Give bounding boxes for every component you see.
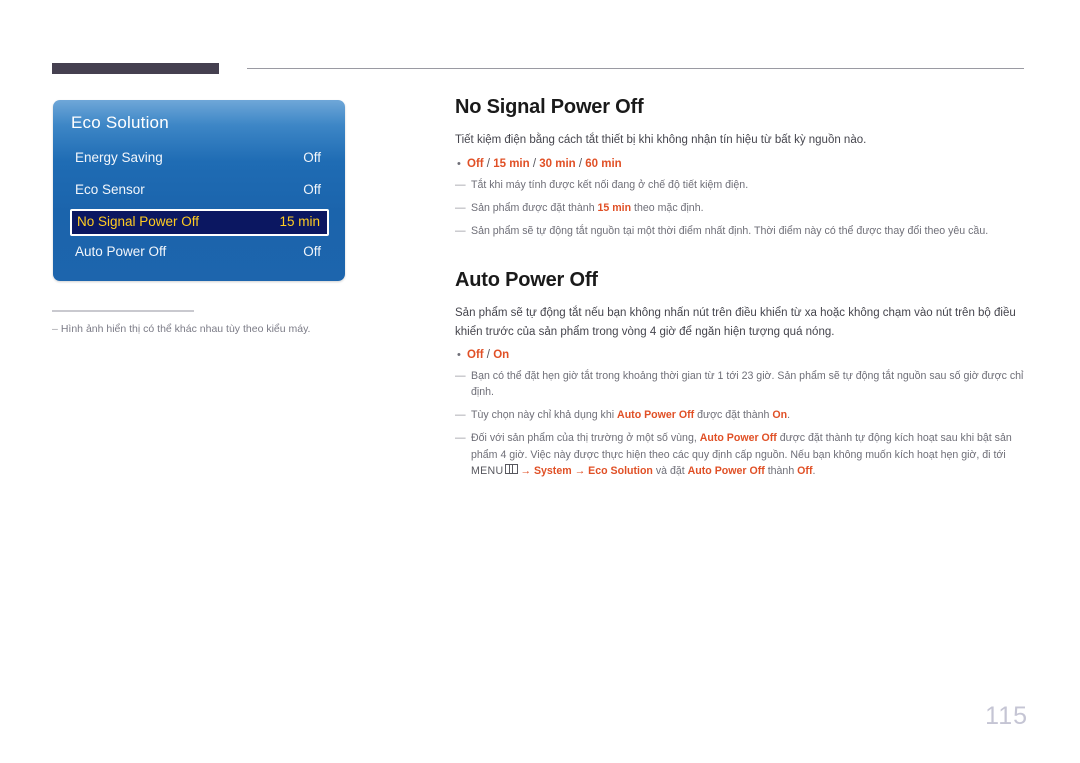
section-intro-paragraph: Sản phẩm sẽ tự động tắt nếu bạn không nh…	[455, 306, 1016, 338]
note-text: Tắt khi máy tính được kết nối đang ở chế…	[471, 178, 749, 191]
note-text: theo mặc định.	[631, 201, 704, 214]
note-highlight: 15 min	[597, 201, 632, 214]
note-text: Tùy chọn này chỉ khả dụng khi	[471, 409, 618, 422]
page-number: 115	[985, 702, 1028, 730]
note-dash-icon: ―	[455, 178, 466, 191]
osd-menu-panel: Eco Solution Energy Saving Off Eco Senso…	[53, 100, 345, 281]
note-text: được đặt thành	[694, 409, 773, 422]
osd-row-label: Energy Saving	[75, 150, 163, 165]
option-separator: /	[483, 349, 494, 362]
note-dash-icon: ―	[455, 432, 466, 445]
note-highlight: On	[772, 409, 788, 422]
bullet-dot-icon: •	[457, 157, 461, 170]
note-line: ― Tắt khi máy tính được kết nối đang ở ch…	[455, 177, 1025, 193]
note-dash-icon: ―	[455, 224, 466, 237]
option-off: Off	[467, 349, 484, 362]
osd-row-energy-saving[interactable]: Energy Saving Off	[71, 146, 327, 172]
note-line: ― Sản phẩm sẽ tự động tắt nguồn tại một t…	[455, 223, 1025, 239]
path-eco-solution: Eco Solution	[588, 464, 653, 477]
path-system: System	[533, 464, 572, 477]
note-line: ― Bạn có thể đặt hẹn giờ tắt trong khoảng…	[455, 368, 1025, 400]
header-tab-block	[52, 63, 219, 74]
path-target-value: Off	[797, 464, 813, 477]
osd-row-value: Off	[303, 244, 321, 259]
path-target-setting: Auto Power Off	[687, 464, 765, 477]
option-60min: 60 min	[585, 157, 622, 170]
footnote-text: Hình ảnh hiển thị có thể khác nhau tùy t…	[60, 323, 311, 335]
path-arrow-icon: →	[520, 464, 531, 477]
osd-panel-title: Eco Solution	[71, 113, 169, 132]
osd-row-label: Eco Sensor	[75, 182, 145, 197]
footnote-divider	[52, 310, 194, 312]
page-title-auto-power-off: Auto Power Off	[455, 268, 598, 291]
menu-label: MENU	[471, 464, 504, 477]
note-highlight: Auto Power Off	[617, 409, 695, 422]
header-thin-line	[247, 68, 1024, 69]
menu-grid-icon	[505, 463, 519, 474]
note-text: .	[812, 464, 816, 477]
option-separator: /	[483, 157, 494, 170]
note-text: .	[787, 409, 791, 422]
osd-row-eco-sensor[interactable]: Eco Sensor Off	[71, 178, 327, 204]
note-line: ― Tùy chọn này chỉ khả dụng khi Auto Powe…	[455, 407, 1025, 423]
footnote-dash: –	[52, 323, 58, 335]
osd-row-label: Auto Power Off	[75, 244, 167, 259]
content-column: No Signal Power Off Tiết kiệm điện bằng …	[455, 96, 1025, 479]
header-rule	[52, 62, 1024, 76]
note-dash-icon: ―	[455, 409, 466, 422]
footnote-text-line: – Hình ảnh hiển thị có thể khác nhau tùy …	[52, 322, 352, 337]
option-off: Off	[467, 157, 484, 170]
note-text: Sản phẩm được đặt thành	[471, 201, 598, 214]
note-highlight: Auto Power Off	[699, 432, 777, 445]
osd-row-auto-power-off[interactable]: Auto Power Off Off	[71, 240, 327, 266]
note-dash-icon: ―	[455, 201, 466, 214]
path-arrow-icon: →	[574, 464, 586, 477]
osd-row-value: Off	[303, 182, 321, 197]
note-dash-icon: ―	[455, 370, 466, 383]
note-text: Đối với sản phẩm của thị trường ở một số…	[471, 432, 700, 445]
option-separator: /	[575, 157, 586, 170]
page-title-no-signal-power-off: No Signal Power Off	[455, 96, 644, 118]
option-on: On	[493, 349, 510, 362]
options-bullet-auto-power-off: • Off / On	[455, 349, 1025, 361]
osd-row-value: Off	[303, 150, 321, 165]
osd-row-value: 15 min	[279, 214, 320, 229]
section-intro-paragraph: Tiết kiệm điện bằng cách tắt thiết bị kh…	[455, 134, 867, 146]
osd-row-no-signal-power-off[interactable]: No Signal Power Off 15 min	[70, 209, 329, 236]
note-line-menu-path: ― Đối với sản phẩm của thị trường ở một s…	[455, 430, 1025, 478]
options-bullet-no-signal: • Off / 15 min / 30 min / 60 min	[455, 158, 1025, 170]
option-15min: 15 min	[493, 157, 530, 170]
bullet-dot-icon: •	[457, 349, 461, 362]
osd-row-label: No Signal Power Off	[77, 214, 200, 229]
image-footnote: – Hình ảnh hiển thị có thể khác nhau tùy …	[52, 310, 352, 337]
note-text: Bạn có thể đặt hẹn giờ tắt trong khoảng …	[471, 370, 1024, 399]
note-text: và đặt	[652, 464, 688, 477]
option-30min: 30 min	[539, 157, 576, 170]
option-separator: /	[529, 157, 540, 170]
note-text: thành	[764, 464, 798, 477]
note-text: Sản phẩm sẽ tự động tắt nguồn tại một th…	[471, 224, 989, 237]
note-line: ― Sản phẩm được đặt thành 15 min theo mặc…	[455, 200, 1025, 216]
